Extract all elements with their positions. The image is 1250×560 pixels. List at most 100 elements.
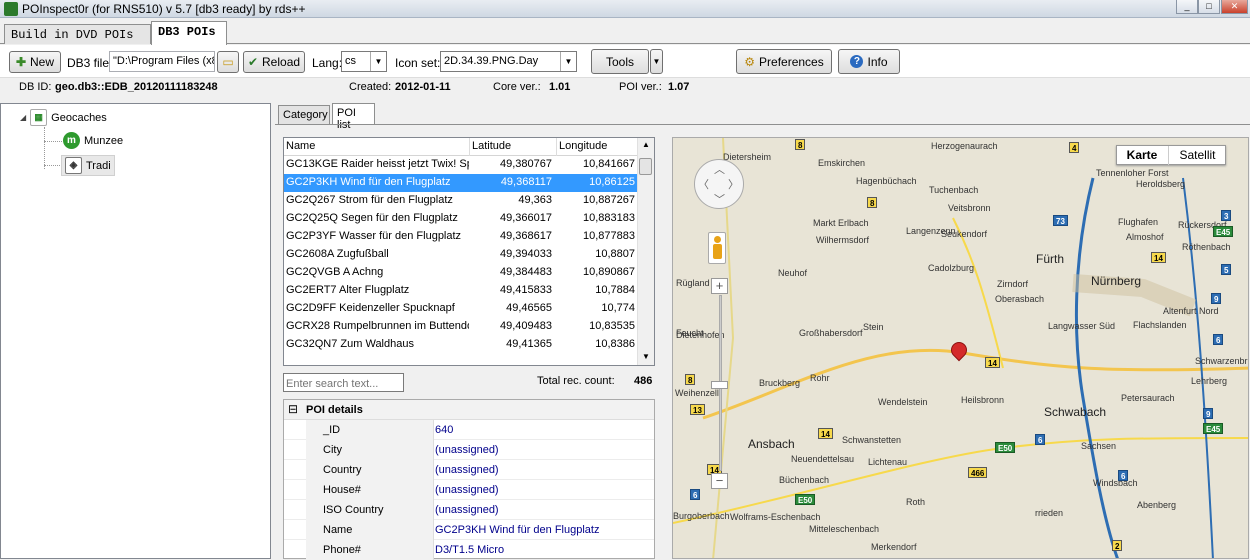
zoom-out-button[interactable]: − (711, 473, 728, 489)
property-row[interactable]: _ID 640 (284, 420, 654, 440)
map-town-label: Oberasbach (995, 294, 1045, 304)
zoom-slider-handle[interactable] (711, 381, 728, 389)
map-city-label: Ansbach (748, 437, 795, 451)
map-type-karte-button[interactable]: Karte (1117, 146, 1167, 165)
preferences-button[interactable]: ⚙ Preferences (736, 49, 832, 74)
table-row[interactable]: GC2P3KH Wind für den Flugplatz 49,368117 1… (284, 174, 637, 192)
poi-list-grid[interactable]: Name Latitude Longitude GC13KGE Raider h… (283, 137, 655, 366)
property-row[interactable]: Country (unassigned) (284, 460, 654, 480)
column-header-latitude[interactable]: Latitude (472, 140, 511, 152)
property-key: Country (306, 460, 434, 480)
reload-button[interactable]: ✔ Reload (243, 51, 305, 73)
table-row[interactable]: GC2D9FF Keidenzeller Spucknapf 49,46565 10… (284, 300, 637, 318)
map-view[interactable]: Dietersheim Emskirchen Herzogenaurach Hagen… (672, 137, 1249, 559)
info-icon: ? (850, 55, 864, 68)
vertical-scrollbar[interactable]: ▲ ▼ (637, 138, 654, 365)
road-badge: 3 (1221, 210, 1232, 221)
table-row[interactable]: GC2Q25Q Segen für den Flugplatz 49,366017… (284, 210, 637, 228)
scroll-thumb[interactable] (639, 158, 652, 175)
property-key: ISO Country (306, 500, 434, 520)
map-town-label: Roth (906, 497, 926, 507)
road-badge: 6 (1035, 434, 1046, 445)
new-button[interactable]: ✚ New (9, 51, 61, 73)
cell-lon: 10,8807 (595, 248, 635, 260)
info-button[interactable]: ? Info (838, 49, 900, 74)
pan-right-icon[interactable]: 〉 (728, 176, 739, 192)
map-type-satellit-button[interactable]: Satellit (1168, 146, 1226, 165)
map-town-label: Hagenbüchach (856, 176, 917, 186)
table-row[interactable]: GC2Q267 Strom für den Flugplatz 49,363 10,… (284, 192, 637, 210)
iconset-select[interactable]: 2D.34.39.PNG.Day ▼ (440, 51, 577, 72)
poi-details-title: POI details (306, 404, 363, 416)
road-badge: 6 (1213, 334, 1224, 345)
road-badge: 8 (795, 139, 806, 150)
tab-db3-pois[interactable]: DB3 POIs (151, 21, 227, 45)
map-town-label: Zirndorf (997, 279, 1029, 289)
road-badge: 8 (685, 374, 696, 385)
cell-name: GCRX28 Rumpelbrunnen im Buttendor (286, 320, 469, 332)
pegman-body (713, 244, 722, 259)
table-row[interactable]: GC13KGE Raider heisst jetzt Twix! Spi 49,… (284, 156, 637, 174)
minimize-button[interactable]: _ (1176, 0, 1198, 14)
property-row[interactable]: House# (unassigned) (284, 480, 654, 500)
zoom-in-button[interactable]: + (711, 278, 728, 294)
cell-lat: 49,46565 (506, 302, 552, 314)
maximize-button[interactable]: □ (1198, 0, 1220, 14)
scroll-up-icon[interactable]: ▲ (642, 140, 650, 149)
map-pan-control[interactable]: ︿ ﹀ 〈 〉 (694, 159, 744, 209)
property-value: (unassigned) (435, 464, 499, 476)
close-button[interactable]: ✕ (1221, 0, 1248, 14)
total-record-count-value: 486 (634, 375, 653, 387)
main-tabs: Build in DVD POIs DB3 POIs (0, 20, 1250, 45)
property-key: Phone# (306, 540, 434, 560)
poi-details-header[interactable]: ⊟ POI details (284, 400, 654, 420)
pegman-head (714, 236, 721, 243)
cell-name: GC2Q25Q Segen für den Flugplatz (286, 212, 458, 224)
table-row[interactable]: GC2608A Zugfußball 49,394033 10,8807 (284, 246, 637, 264)
map-town-label: Mitteleschenbach (809, 524, 880, 534)
geocache-icon: ▦ (30, 109, 48, 126)
property-row[interactable]: ISO Country (unassigned) (284, 500, 654, 520)
map-city-label: Fürth (1036, 252, 1065, 266)
column-header-name[interactable]: Name (286, 140, 315, 152)
tab-category[interactable]: Category (278, 105, 330, 125)
tree-node-munzee[interactable]: m Munzee (63, 132, 123, 149)
tools-dropdown-button[interactable]: ▼ (650, 49, 663, 74)
toolbar: ✚ New DB3 file: "D:\Program Files (x8 ▭ … (0, 45, 1250, 78)
tree-label: Tradi (86, 159, 111, 172)
property-row[interactable]: Name GC2P3KH Wind für den Flugplatz (284, 520, 654, 540)
db3-file-field[interactable]: "D:\Program Files (x8 (109, 51, 215, 72)
map-town-label: Flachslanden (1133, 320, 1187, 330)
road-badge: E45 (1203, 423, 1224, 434)
collapse-icon[interactable]: ⊟ (288, 402, 298, 416)
map-town-label: Langwasser Süd (1048, 321, 1116, 331)
pegman-icon[interactable] (708, 232, 726, 264)
poi-details-panel: ⊟ POI details _ID 640 City (unassigned) Coun… (283, 399, 655, 560)
tools-button[interactable]: Tools (591, 49, 649, 74)
map-town-label: Röthenbach (1182, 242, 1231, 252)
pan-left-icon[interactable]: 〈 (698, 176, 709, 192)
property-row[interactable]: City (unassigned) (284, 440, 654, 460)
lang-select[interactable]: cs ▼ (341, 51, 387, 72)
tree-node-tradi[interactable]: ◈ Tradi (61, 155, 115, 176)
column-header-longitude[interactable]: Longitude (559, 140, 607, 152)
pan-down-icon[interactable]: ﹀ (714, 191, 725, 207)
tab-build-in-dvd-pois[interactable]: Build in DVD POIs (4, 24, 151, 44)
cell-name: GC2P3KH Wind für den Flugplatz (286, 176, 451, 188)
pan-up-icon[interactable]: ︿ (714, 161, 725, 177)
map-town-label: Lichtenau (868, 457, 908, 467)
scroll-down-icon[interactable]: ▼ (642, 352, 650, 361)
table-row[interactable]: GC32QN7 Zum Waldhaus 49,41365 10,8386 (284, 336, 637, 354)
cell-lat: 49,363 (518, 194, 552, 206)
browse-folder-button[interactable]: ▭ (217, 51, 239, 73)
property-row[interactable]: Phone# D3/T1.5 Micro (284, 540, 654, 560)
tab-poi-list[interactable]: POI list (332, 103, 375, 131)
table-row[interactable]: GC2P3YF Wasser für den Flugplatz 49,36861… (284, 228, 637, 246)
table-row[interactable]: GC2ERT7 Alter Flugplatz 49,415833 10,7884 (284, 282, 637, 300)
road-badge: 6 (690, 489, 701, 500)
tree-node-geocaches[interactable]: ◢ ▦ Geocaches (20, 109, 107, 126)
table-row[interactable]: GC2QVGB A Achng 49,384483 10,890867 (284, 264, 637, 282)
table-row[interactable]: GCRX28 Rumpelbrunnen im Buttendor 49,4094… (284, 318, 637, 336)
search-input[interactable] (283, 373, 404, 392)
cell-lat: 49,409483 (500, 320, 552, 332)
